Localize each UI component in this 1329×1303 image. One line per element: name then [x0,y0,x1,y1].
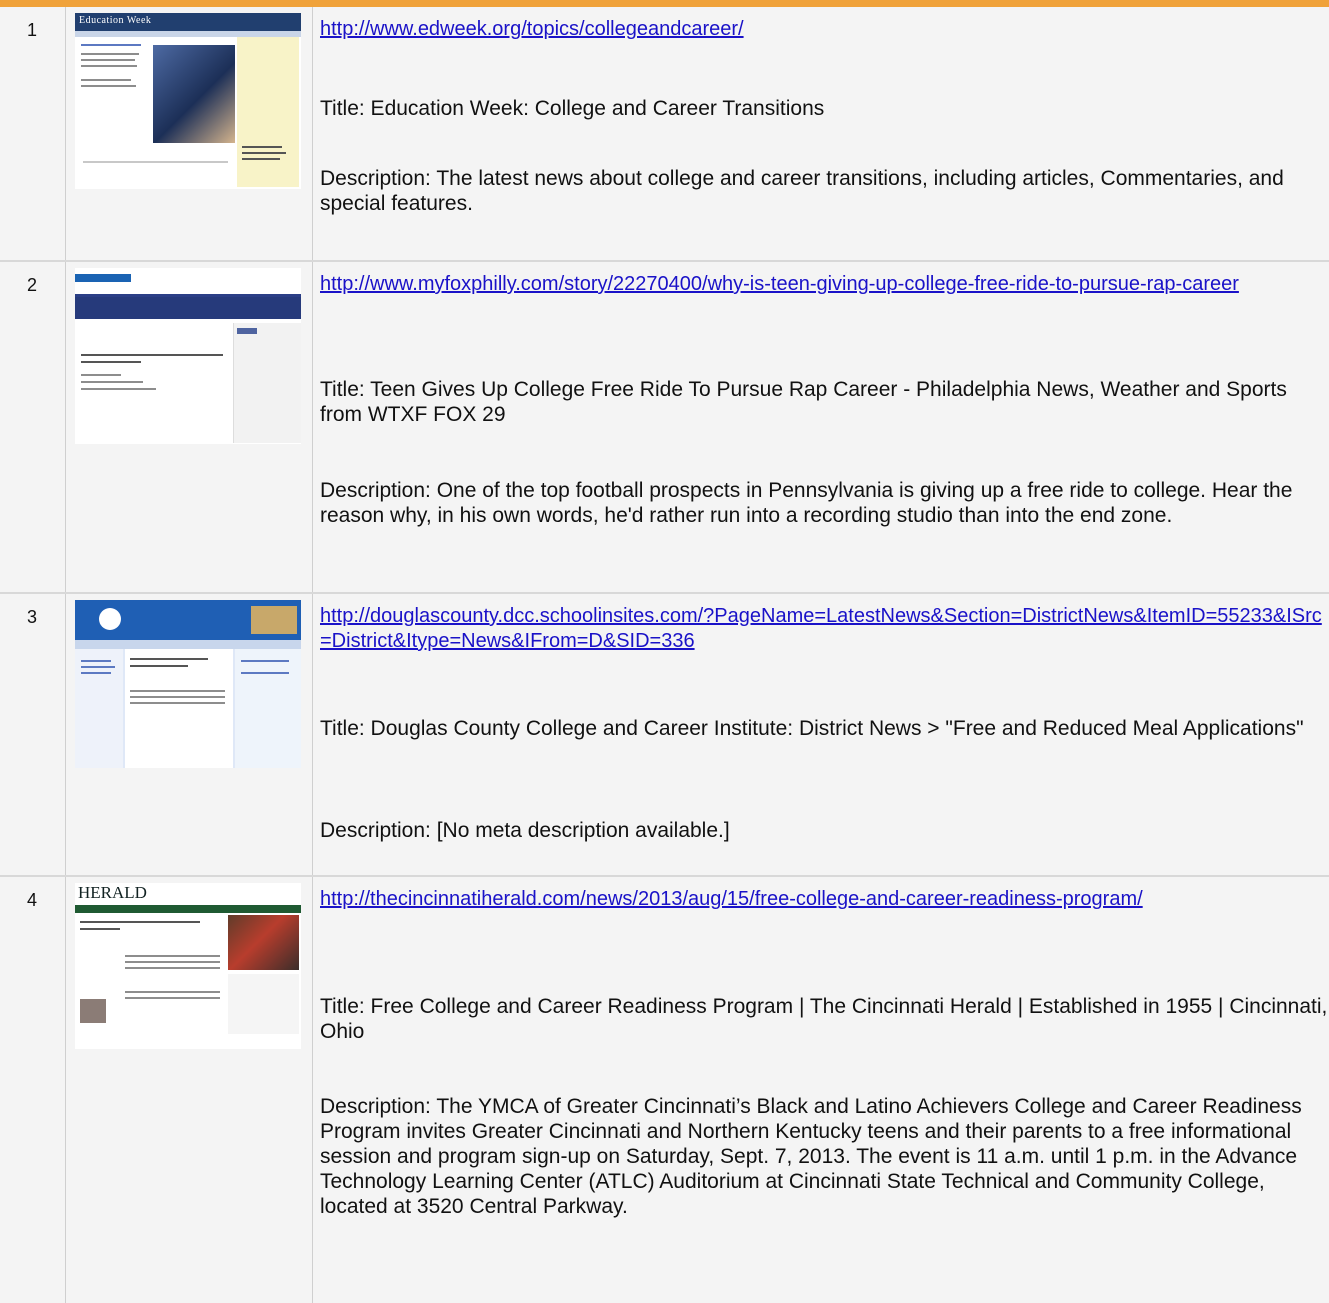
thumbnail-heading-line [80,928,120,930]
top-accent-bar [0,0,1329,7]
thumbnail-sidebar [233,323,301,443]
result-text-cell: http://www.edweek.org/topics/collegeandc… [313,7,1329,260]
thumbnail-text-line [81,53,139,55]
thumbnail-sidebar [228,974,299,1034]
row-number: 1 [27,20,38,40]
row-number: 3 [27,607,38,627]
result-description: Description: The YMCA of Greater Cincinn… [320,1095,1302,1218]
thumbnail-text-line [125,955,220,957]
thumbnail-text-line [130,696,225,698]
thumbnail-text-line [81,59,135,61]
result-title: Title: Douglas County College and Career… [320,717,1304,740]
thumbnail-text-line [130,702,225,704]
thumbnail-link-line [81,672,111,674]
page-thumbnail[interactable]: HERALD [75,883,301,1049]
page-thumbnail[interactable] [75,600,301,768]
row-number-cell: 1 [0,7,66,260]
thumbnail-heading-line [81,361,141,363]
result-text-cell: http://www.myfoxphilly.com/story/2227040… [313,262,1329,592]
thumbnail-banner [75,297,301,319]
thumbnail-sidebar [235,649,301,768]
result-title: Title: Teen Gives Up College Free Ride T… [320,378,1287,426]
thumbnail-logo [99,608,121,630]
result-title: Title: Free College and Career Readiness… [320,995,1328,1043]
thumbnail-text-line [242,158,280,160]
thumbnail-photo [153,45,235,143]
thumbnail-link-line [81,660,111,662]
thumbnail-photo [228,915,299,970]
result-description: Description: The latest news about colle… [320,167,1284,215]
table-row: 1 Education Week http://www.edweek.org/t… [0,7,1329,262]
result-url-link[interactable]: http://www.edweek.org/topics/collegeandc… [320,17,1325,42]
thumbnail-heading-line [81,354,223,356]
thumbnail-header-image [251,606,297,634]
row-number: 2 [27,275,38,295]
result-url-link[interactable]: http://douglascounty.dcc.schoolinsites.c… [320,604,1325,654]
table-row: 2 http://www.myfoxphilly.com/story/22270… [0,262,1329,594]
thumbnail-link-line [241,660,289,662]
result-url-link[interactable]: http://www.myfoxphilly.com/story/2227040… [320,272,1325,297]
page-thumbnail[interactable]: Education Week [75,13,301,189]
thumbnail-text-line [83,161,228,163]
thumbnail-text-line [125,991,220,993]
thumbnail-text-line [237,328,257,334]
result-url-link[interactable]: http://thecincinnatiherald.com/news/2013… [320,887,1325,912]
thumbnail-text-line [81,374,121,376]
row-number-cell: 2 [0,262,66,592]
thumbnail-heading-line [81,44,141,46]
thumbnail-photo [80,999,106,1023]
thumbnail-cell: Education Week [66,7,313,260]
thumbnail-heading-line [80,921,200,923]
result-description: Description: [No meta description availa… [320,819,730,842]
thumbnail-cell [66,262,313,592]
result-title: Title: Education Week: College and Caree… [320,97,825,120]
thumbnail-heading-line [130,665,188,667]
result-text-cell: http://thecincinnatiherald.com/news/2013… [313,877,1329,1303]
result-text-cell: http://douglascounty.dcc.schoolinsites.c… [313,594,1329,875]
thumbnail-text-line [130,690,225,692]
thumbnail-nav [75,905,301,913]
thumbnail-header: Education Week [75,13,301,31]
thumbnail-text-line [125,997,220,999]
thumbnail-text-line [81,79,131,81]
thumbnail-text-line [81,388,156,390]
thumbnail-text-line [81,381,143,383]
table-row: 3 http://douglascounty.dcc.schoolinsites… [0,594,1329,877]
result-description: Description: One of the top football pro… [320,479,1293,527]
thumbnail-text-line [125,961,220,963]
thumbnail-link-line [241,672,289,674]
thumbnail-text-line [242,152,286,154]
thumbnail-link-line [81,666,115,668]
page-thumbnail[interactable] [75,268,301,444]
row-number-cell: 3 [0,594,66,875]
table-row: 4 HERALD http://thecincinnatiherald.com/… [0,877,1329,1303]
thumbnail-logo-bar [75,274,131,282]
thumbnail-masthead: HERALD [75,883,301,905]
thumbnail-heading-line [130,658,208,660]
row-number: 4 [27,890,38,910]
thumbnail-cell [66,594,313,875]
thumbnail-sidebar [237,37,299,187]
thumbnail-label: Education Week [79,15,152,26]
thumbnail-header [75,600,301,640]
thumbnail-header [75,268,301,297]
thumbnail-text-line [81,85,136,87]
thumbnail-text-line [81,65,137,67]
thumbnail-text-line [125,967,220,969]
row-number-cell: 4 [0,877,66,1303]
thumbnail-nav [75,640,301,649]
thumbnail-cell: HERALD [66,877,313,1303]
thumbnail-text-line [242,146,282,148]
